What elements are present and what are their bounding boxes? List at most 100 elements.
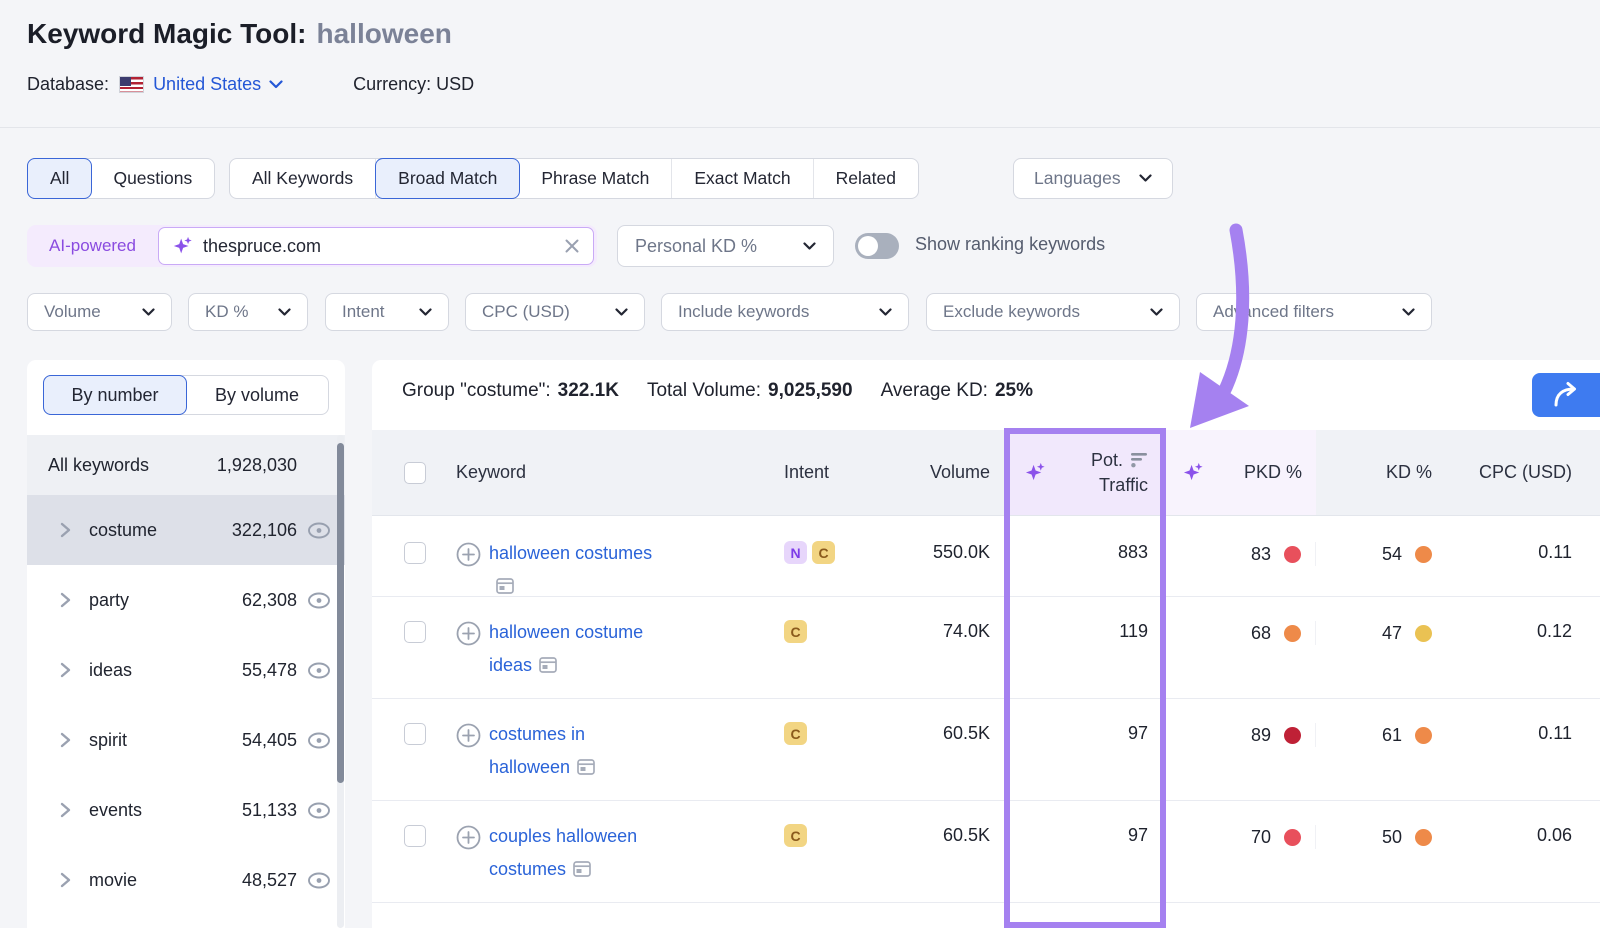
clear-icon[interactable] [564,238,580,254]
groups-sidebar: By number By volume All keywords 1,928,0… [27,360,345,928]
plus-circle-icon[interactable] [456,542,481,567]
column-header-keyword[interactable]: Keyword [444,462,744,483]
keyword-link[interactable]: costumes in halloween [489,724,585,777]
tab-broad-match[interactable]: Broad Match [375,158,520,199]
sparkles-icon [172,235,194,257]
list-item-ideas[interactable]: ideas 55,478 [27,635,345,705]
kd-difficulty-dot [1415,625,1432,642]
tab-by-volume[interactable]: By volume [186,376,328,414]
sidebar-scrollbar[interactable] [337,435,344,928]
group-label: party [89,590,129,611]
languages-label: Languages [1034,168,1121,189]
include-keywords-filter[interactable]: Include keywords [661,293,909,331]
column-header-pkd[interactable]: PKD % [1166,430,1316,515]
plus-circle-icon[interactable] [456,825,481,850]
chevron-right-icon[interactable] [60,592,71,608]
volume-filter[interactable]: Volume [27,293,172,331]
column-header-volume[interactable]: Volume [854,462,1004,483]
column-header-cpc[interactable]: CPC (USD) [1446,462,1586,483]
tab-exact-match[interactable]: Exact Match [672,159,813,198]
group-count: 55,478 [242,660,297,681]
select-all-checkbox[interactable] [404,462,426,484]
pkd-difficulty-dot [1284,829,1301,846]
chevron-right-icon[interactable] [60,802,71,818]
cpc-filter[interactable]: CPC (USD) [465,293,645,331]
eye-icon[interactable] [307,662,331,679]
row-checkbox[interactable] [404,621,426,643]
list-item-costume[interactable]: costume 322,106 [27,495,345,565]
next-row-partial [372,903,1600,928]
intent-badge-navigational: N [784,541,807,564]
eye-icon[interactable] [307,522,331,539]
volume-value: 60.5K [854,825,1004,846]
row-checkbox[interactable] [404,825,426,847]
tab-phrase-match[interactable]: Phrase Match [519,159,672,198]
personal-kd-dropdown[interactable]: Personal KD % [617,225,834,267]
kd-difficulty-dot [1415,546,1432,563]
total-volume-label: Total Volume: [647,380,761,401]
pkd-value: 83 [1251,544,1271,565]
total-volume-value: 9,025,590 [768,380,853,401]
chevron-right-icon[interactable] [60,732,71,748]
table-summary: Group "costume":322.1K Total Volume:9,02… [402,380,1033,402]
kd-value: 61 [1382,725,1402,746]
list-item-spirit[interactable]: spirit 54,405 [27,705,345,775]
tab-by-number[interactable]: By number [43,375,187,415]
kd-filter[interactable]: KD % [188,293,308,331]
group-label: All keywords [48,455,149,476]
advanced-filters[interactable]: Advanced filters [1196,293,1432,331]
group-count: 1,928,030 [217,455,297,476]
group-count: 48,527 [242,870,297,891]
keyword-link[interactable]: halloween costumes [489,543,652,563]
row-checkbox[interactable] [404,723,426,745]
eye-icon[interactable] [307,592,331,609]
keyword-link[interactable]: halloween costume ideas [489,622,643,675]
chevron-right-icon[interactable] [60,522,71,538]
list-item-all-keywords[interactable]: All keywords 1,928,030 [27,435,345,495]
scrollbar-thumb[interactable] [337,443,344,783]
keyword-link[interactable]: couples halloween costumes [489,826,637,879]
chevron-down-icon [278,308,291,317]
serp-features-icon[interactable] [577,759,595,775]
eye-icon[interactable] [307,872,331,889]
serp-features-icon[interactable] [573,861,591,877]
row-checkbox[interactable] [404,542,426,564]
column-header-kd[interactable]: KD % [1316,462,1446,483]
search-box [158,227,594,265]
column-header-intent[interactable]: Intent [744,462,854,483]
chevron-right-icon[interactable] [60,662,71,678]
tab-questions[interactable]: Questions [91,159,214,198]
pot-traffic-value: 97 [1004,723,1166,744]
list-item-movie[interactable]: movie 48,527 [27,845,345,915]
table-header-row: Keyword Intent Volume Pot. Traffic PKD %… [372,430,1600,516]
filter-label: Exclude keywords [943,302,1080,322]
intent-badge-commercial: C [784,722,807,745]
tab-related[interactable]: Related [814,159,918,198]
pot-traffic-value: 883 [1004,542,1166,563]
serp-features-icon[interactable] [496,578,514,594]
serp-features-icon[interactable] [539,657,557,673]
intent-filter[interactable]: Intent [325,293,449,331]
pkd-label: PKD % [1244,462,1302,483]
chevron-right-icon[interactable] [60,872,71,888]
search-input[interactable] [203,236,564,257]
list-item-events[interactable]: events 51,133 [27,775,345,845]
eye-icon[interactable] [307,732,331,749]
database-selector[interactable]: United States [153,74,283,95]
filter-label: Advanced filters [1213,302,1334,322]
show-ranking-keywords-toggle[interactable] [855,233,899,259]
languages-dropdown[interactable]: Languages [1013,158,1173,199]
tab-all[interactable]: All [27,158,92,199]
list-item-party[interactable]: party 62,308 [27,565,345,635]
tab-all-keywords[interactable]: All Keywords [230,159,376,198]
export-share-button[interactable] [1532,373,1600,417]
group-list: All keywords 1,928,030 costume 322,106 p… [27,435,345,915]
chevron-down-icon [419,308,432,317]
intent-badge-commercial: C [812,541,835,564]
plus-circle-icon[interactable] [456,723,481,748]
plus-circle-icon[interactable] [456,621,481,646]
column-header-pot-traffic[interactable]: Pot. Traffic [1004,430,1166,515]
eye-icon[interactable] [307,802,331,819]
exclude-keywords-filter[interactable]: Exclude keywords [926,293,1180,331]
ai-powered-label: AI-powered [27,236,158,256]
